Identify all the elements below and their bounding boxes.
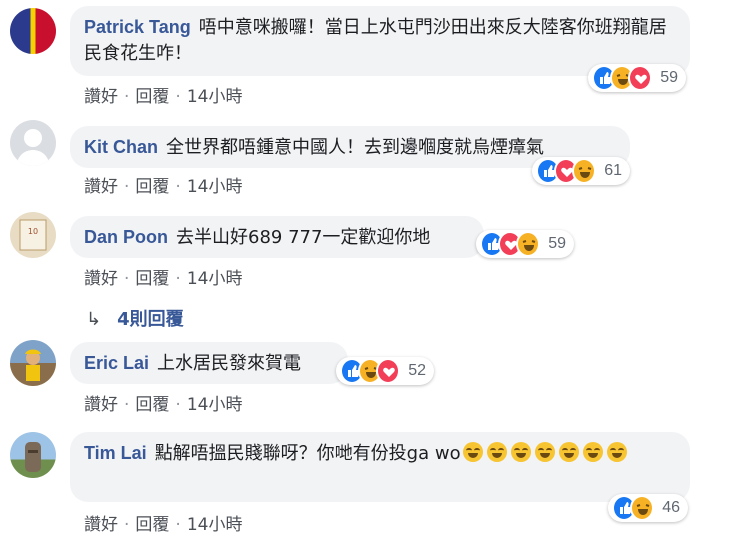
comment-actions: 讚好 · 回覆 · 14小時 [84, 510, 242, 535]
separator: · [124, 515, 130, 535]
separator: · [175, 395, 181, 415]
zany-face-icon [510, 442, 531, 462]
love-icon [376, 358, 401, 384]
author-name[interactable]: Eric Lai [84, 353, 149, 373]
like-link[interactable]: 讚好 [84, 515, 118, 535]
rofl-face-icon [606, 442, 627, 462]
separator: · [175, 87, 181, 107]
author-name[interactable]: Tim Lai [84, 443, 147, 463]
separator: · [175, 515, 181, 535]
comment-actions: 讚好 · 回覆 · 14小時 [84, 264, 242, 289]
comment-text: 去半山好689 777一定歡迎你地 [176, 227, 431, 248]
reaction-count: 59 [660, 69, 678, 86]
like-link[interactable]: 讚好 [84, 87, 118, 107]
reaction-summary[interactable]: 59 [476, 230, 574, 258]
separator: · [124, 177, 130, 197]
separator: · [175, 177, 181, 197]
timestamp[interactable]: 14小時 [187, 87, 243, 107]
avatar[interactable] [10, 340, 56, 386]
separator: · [124, 87, 130, 107]
comment-actions: 讚好 · 回覆 · 14小時 [84, 82, 242, 107]
author-name[interactable]: Kit Chan [84, 137, 158, 157]
avatar[interactable]: 10 [10, 212, 56, 258]
reply-arrow-icon: ↳ [86, 309, 102, 330]
like-link[interactable]: 讚好 [84, 177, 118, 197]
timestamp[interactable]: 14小時 [187, 269, 243, 289]
reply-link[interactable]: 回覆 [135, 177, 169, 197]
comment-text: 點解唔搵民賤聯呀？你哋有份投ga wo [154, 443, 461, 464]
comment-bubble: Eric Lai 上水居民發來賀電 [70, 342, 348, 384]
timestamp[interactable]: 14小時 [187, 515, 243, 535]
like-link[interactable]: 讚好 [84, 395, 118, 415]
avatar[interactable] [10, 8, 56, 54]
separator: · [124, 395, 130, 415]
zany-face-icon [462, 442, 483, 462]
reaction-count: 61 [604, 162, 622, 179]
comment-bubble: Dan Poon 去半山好689 777一定歡迎你地 [70, 216, 484, 258]
rofl-face-icon [534, 442, 555, 462]
avatar[interactable] [10, 432, 56, 478]
timestamp[interactable]: 14小時 [187, 395, 243, 415]
author-name[interactable]: Dan Poon [84, 227, 168, 247]
reaction-count: 59 [548, 235, 566, 252]
haha-icon [572, 158, 597, 184]
zany-face-icon [486, 442, 507, 462]
comment-actions: 讚好 · 回覆 · 14小時 [84, 172, 242, 197]
reaction-summary[interactable]: 61 [532, 157, 630, 185]
replies-count-label[interactable]: 4則回覆 [117, 309, 184, 330]
haha-icon [516, 231, 541, 257]
reply-link[interactable]: 回覆 [135, 87, 169, 107]
comment-text: 全世界都唔鍾意中國人！去到邊嗰度就烏煙瘴氣 [166, 137, 544, 158]
comment-actions: 讚好 · 回覆 · 14小時 [84, 390, 242, 415]
reaction-count: 52 [408, 362, 426, 379]
avatar[interactable] [10, 120, 56, 166]
love-icon [628, 65, 653, 91]
author-name[interactable]: Patrick Tang [84, 17, 191, 37]
reaction-summary[interactable]: 46 [608, 494, 688, 522]
like-link[interactable]: 讚好 [84, 269, 118, 289]
haha-icon [630, 495, 655, 521]
reply-link[interactable]: 回覆 [135, 269, 169, 289]
view-replies-link[interactable]: ↳ 4則回覆 [86, 305, 184, 331]
rofl-face-icon [582, 442, 603, 462]
separator: · [124, 269, 130, 289]
reaction-count: 46 [662, 499, 680, 516]
reply-link[interactable]: 回覆 [135, 515, 169, 535]
reaction-summary[interactable]: 52 [336, 357, 434, 385]
reaction-summary[interactable]: 59 [588, 64, 686, 92]
separator: · [175, 269, 181, 289]
svg-text:10: 10 [28, 227, 38, 236]
comment-text: 上水居民發來賀電 [157, 353, 302, 374]
rofl-face-icon [558, 442, 579, 462]
timestamp[interactable]: 14小時 [187, 177, 243, 197]
reply-link[interactable]: 回覆 [135, 395, 169, 415]
comment-bubble: Tim Lai 點解唔搵民賤聯呀？你哋有份投ga wo [70, 432, 690, 502]
